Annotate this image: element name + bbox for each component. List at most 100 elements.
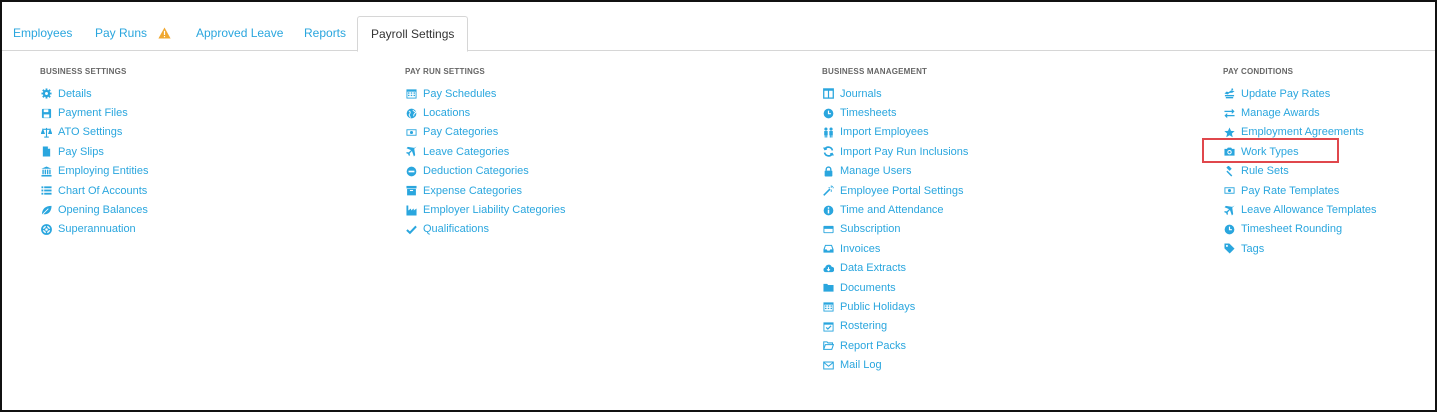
settings-link-manage-awards[interactable]: Manage Awards <box>1223 103 1377 122</box>
settings-link-rule-sets[interactable]: Rule Sets <box>1223 162 1377 181</box>
settings-link-label: Chart Of Accounts <box>58 184 148 197</box>
floppy-disk-icon <box>40 107 52 119</box>
settings-link-manage-users[interactable]: Manage Users <box>822 162 968 181</box>
tab-approved-leave[interactable]: Approved Leave <box>196 16 283 50</box>
settings-link-qualifications[interactable]: Qualifications <box>405 220 565 239</box>
cloud-download-icon <box>822 262 834 274</box>
settings-link-employment-agreements[interactable]: Employment Agreements <box>1223 123 1377 142</box>
money-icon <box>1223 185 1235 197</box>
settings-link-pay-rate-templates[interactable]: Pay Rate Templates <box>1223 181 1377 200</box>
calendar-icon <box>405 88 417 100</box>
settings-link-label: Invoices <box>840 242 881 255</box>
settings-link-employing-entities[interactable]: Employing Entities <box>40 162 149 181</box>
settings-link-label: Qualifications <box>423 223 490 236</box>
settings-link-expense-categories[interactable]: Expense Categories <box>405 181 565 200</box>
settings-link-data-extracts[interactable]: Data Extracts <box>822 259 968 278</box>
magic-wand-icon <box>822 185 834 197</box>
settings-link-leave-categories[interactable]: Leave Categories <box>405 142 565 161</box>
settings-link-work-types[interactable]: Work Types <box>1223 142 1377 161</box>
settings-link-timesheet-rounding[interactable]: Timesheet Rounding <box>1223 220 1377 239</box>
settings-link-label: Details <box>58 87 92 100</box>
settings-link-label: Employee Portal Settings <box>840 184 964 197</box>
settings-link-label: Mail Log <box>840 359 882 372</box>
settings-link-label: Data Extracts <box>840 262 907 275</box>
settings-link-invoices[interactable]: Invoices <box>822 239 968 258</box>
settings-link-label: Timesheets <box>840 107 897 120</box>
column-heading: BUSINESS SETTINGS <box>40 67 127 76</box>
settings-link-label: Subscription <box>840 223 901 236</box>
settings-link-public-holidays[interactable]: Public Holidays <box>822 297 968 316</box>
tab-label: Pay Runs <box>95 26 148 40</box>
settings-link-ato-settings[interactable]: ATO Settings <box>40 123 149 142</box>
inbox-icon <box>822 243 834 255</box>
envelope-icon <box>822 359 834 371</box>
settings-link-label: Rule Sets <box>1241 165 1289 178</box>
settings-link-report-packs[interactable]: Report Packs <box>822 336 968 355</box>
settings-link-label: Import Employees <box>840 126 929 139</box>
settings-link-pay-slips[interactable]: Pay Slips <box>40 142 149 161</box>
settings-link-timesheets[interactable]: Timesheets <box>822 103 968 122</box>
settings-link-locations[interactable]: Locations <box>405 103 565 122</box>
list-icon <box>40 185 52 197</box>
globe-icon <box>405 107 417 119</box>
settings-link-deduction-categories[interactable]: Deduction Categories <box>405 162 565 181</box>
settings-link-label: Work Types <box>1241 145 1299 158</box>
settings-link-label: Tags <box>1241 242 1265 255</box>
info-icon <box>822 204 834 216</box>
settings-link-label: Manage Awards <box>1241 107 1320 120</box>
settings-link-employee-portal-settings[interactable]: Employee Portal Settings <box>822 181 968 200</box>
column-heading: BUSINESS MANAGEMENT <box>822 67 928 76</box>
tab-pay-runs[interactable]: Pay Runs <box>95 16 171 50</box>
coins-icon <box>1223 88 1235 100</box>
settings-link-label: Time and Attendance <box>840 204 944 217</box>
folder-open-icon <box>822 340 834 352</box>
settings-link-leave-allowance-templates[interactable]: Leave Allowance Templates <box>1223 200 1377 219</box>
archive-icon <box>405 185 417 197</box>
settings-link-update-pay-rates[interactable]: Update Pay Rates <box>1223 84 1377 103</box>
warning-icon <box>158 18 171 52</box>
settings-link-import-pay-run-inclusions[interactable]: Import Pay Run Inclusions <box>822 142 968 161</box>
settings-link-label: Import Pay Run Inclusions <box>840 145 969 158</box>
settings-link-import-employees[interactable]: Import Employees <box>822 123 968 142</box>
settings-link-details[interactable]: Details <box>40 84 149 103</box>
settings-link-mail-log[interactable]: Mail Log <box>822 355 968 374</box>
scales-icon <box>40 126 52 138</box>
settings-link-label: Leave Allowance Templates <box>1241 204 1377 217</box>
settings-link-rostering[interactable]: Rostering <box>822 317 968 336</box>
settings-link-documents[interactable]: Documents <box>822 278 968 297</box>
settings-link-label: Update Pay Rates <box>1241 87 1331 100</box>
settings-link-label: Rostering <box>840 320 888 333</box>
tab-employees[interactable]: Employees <box>13 16 72 50</box>
settings-link-opening-balances[interactable]: Opening Balances <box>40 200 149 219</box>
settings-link-payment-files[interactable]: Payment Files <box>40 103 149 122</box>
settings-link-journals[interactable]: Journals <box>822 84 968 103</box>
minus-circle-icon <box>405 165 417 177</box>
settings-link-pay-categories[interactable]: Pay Categories <box>405 123 565 142</box>
clock-icon <box>1223 223 1235 235</box>
settings-link-superannuation[interactable]: Superannuation <box>40 220 149 239</box>
tab-reports[interactable]: Reports <box>304 16 346 50</box>
leaf-icon <box>40 204 52 216</box>
settings-link-tags[interactable]: Tags <box>1223 239 1377 258</box>
settings-link-chart-of-accounts[interactable]: Chart Of Accounts <box>40 181 149 200</box>
tab-label: Payroll Settings <box>371 27 455 41</box>
tab-payroll-settings[interactable]: Payroll Settings <box>357 16 469 52</box>
settings-link-label: Locations <box>423 107 471 120</box>
settings-link-label: Journals <box>840 87 882 100</box>
settings-link-label: Employer Liability Categories <box>423 204 566 217</box>
settings-link-label: Timesheet Rounding <box>1241 223 1343 236</box>
settings-link-subscription[interactable]: Subscription <box>822 220 968 239</box>
settings-link-label: Report Packs <box>840 339 907 352</box>
gavel-icon <box>1223 165 1235 177</box>
settings-link-employer-liability-categories[interactable]: Employer Liability Categories <box>405 200 565 219</box>
money-icon <box>405 126 417 138</box>
tab-label: Approved Leave <box>196 26 284 40</box>
settings-link-label: Manage Users <box>840 165 912 178</box>
settings-link-time-and-attendance[interactable]: Time and Attendance <box>822 200 968 219</box>
column-pay-run-settings: PAY RUN SETTINGS Pay Schedules Locations P… <box>405 66 565 239</box>
settings-link-label: Opening Balances <box>58 204 148 217</box>
tab-bar: Employees Pay Runs Approved Leave Report… <box>2 16 1435 52</box>
settings-link-pay-schedules[interactable]: Pay Schedules <box>405 84 565 103</box>
calendar-icon <box>822 301 834 313</box>
camera-icon <box>1223 146 1235 158</box>
